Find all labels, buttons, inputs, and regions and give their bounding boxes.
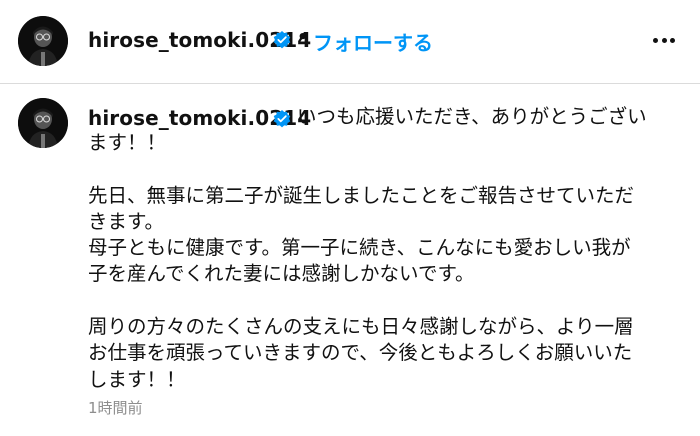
caption-body: ます！！ 先日、無事に第二子が誕生しましたことをご報告させていただ きます。 母… <box>88 131 635 391</box>
profile-avatar[interactable] <box>18 16 68 66</box>
more-options-icon[interactable] <box>650 28 678 54</box>
post-timestamp[interactable]: 1時間前 <box>88 397 143 418</box>
caption-first-line: いつも応援いただき、ありがとうござい <box>297 105 647 128</box>
more-dot-icon <box>661 38 667 43</box>
verified-badge-icon <box>273 31 291 49</box>
follow-button[interactable]: フォローする <box>313 27 433 56</box>
verified-badge-icon <box>273 110 291 128</box>
more-dot-icon <box>653 38 658 43</box>
more-dot-icon <box>670 38 675 43</box>
post-header: hirose_tomoki.0214 • フォローする <box>0 0 700 84</box>
header-separator: • <box>297 27 309 48</box>
caption-avatar[interactable] <box>18 98 68 148</box>
